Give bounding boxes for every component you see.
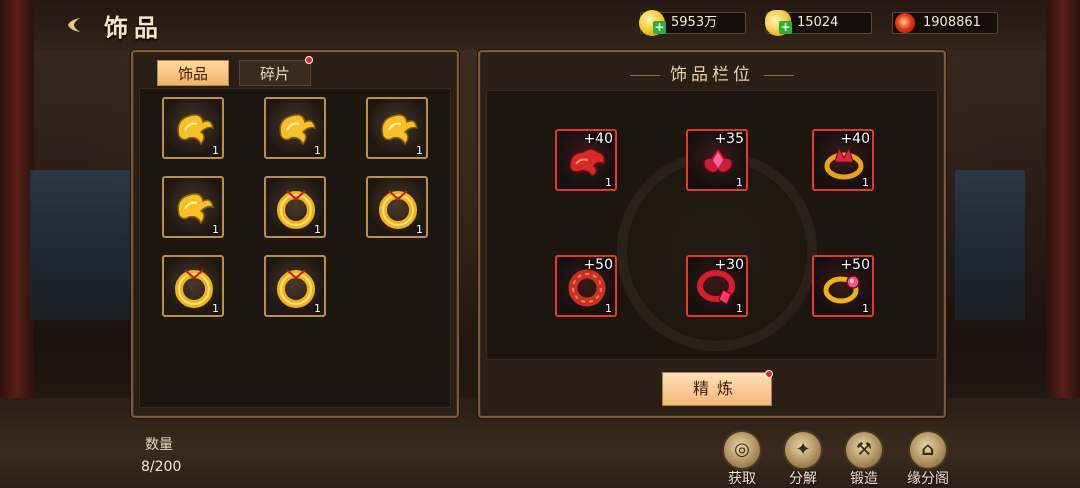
item-quantity: 1 bbox=[212, 302, 219, 315]
red-jade-counter: 1908861 bbox=[892, 12, 998, 34]
gold-ring-pendant-icon bbox=[379, 190, 417, 229]
gold-cloud-pendant-icon bbox=[177, 114, 214, 146]
pavilion-label: 缘分阁 bbox=[907, 471, 949, 487]
add-gold-icon[interactable]: + bbox=[653, 21, 666, 34]
gold-coin-value: 5953万 bbox=[671, 15, 718, 30]
slots-title: 饰品栏位 bbox=[480, 60, 944, 85]
acquire-icon: ◎ bbox=[722, 430, 762, 470]
item-quantity: 1 bbox=[212, 223, 219, 236]
enhance-level: +40 bbox=[840, 131, 870, 147]
enhance-level: +40 bbox=[583, 131, 613, 147]
inventory-item[interactable]: 1 bbox=[162, 255, 224, 317]
item-quantity: 1 bbox=[605, 176, 612, 189]
item-quantity: 1 bbox=[736, 176, 743, 189]
background-window-left bbox=[30, 170, 130, 320]
decompose-button[interactable]: ✦ 分解 bbox=[781, 430, 825, 488]
equipped-slot[interactable]: +50 1 bbox=[555, 255, 617, 317]
inventory-item[interactable]: 1 bbox=[264, 97, 326, 159]
forge-hammer-icon: ⚒ bbox=[844, 430, 884, 470]
item-quantity: 1 bbox=[314, 302, 321, 315]
gold-coin-counter[interactable]: + 5953万 bbox=[639, 10, 746, 36]
red-jade-icon bbox=[895, 13, 915, 33]
inventory-item[interactable]: 1 bbox=[162, 176, 224, 238]
pavilion-icon: ⌂ bbox=[908, 430, 948, 470]
add-ingot-icon[interactable]: + bbox=[779, 21, 792, 34]
fragments-notification-dot bbox=[305, 56, 313, 64]
acquire-button[interactable]: ◎ 获取 bbox=[720, 430, 764, 488]
enhance-level: +35 bbox=[714, 131, 744, 147]
gold-ring-pendant-icon bbox=[277, 190, 315, 229]
item-quantity: 1 bbox=[605, 302, 612, 315]
acquire-label: 获取 bbox=[728, 471, 756, 487]
enhance-level: +50 bbox=[840, 257, 870, 273]
page-title: 饰品 bbox=[104, 14, 164, 42]
item-quantity: 1 bbox=[416, 223, 423, 236]
gold-cloud-pendant-icon bbox=[279, 114, 316, 146]
pavilion-button[interactable]: ⌂ 缘分阁 bbox=[906, 430, 950, 488]
slots-area: +40 1 +35 1 +40 1 +50 1 +30 1 +50 1 bbox=[486, 90, 938, 360]
inventory-item[interactable]: 1 bbox=[366, 176, 428, 238]
enhance-level: +30 bbox=[714, 257, 744, 273]
refine-notification-dot bbox=[765, 370, 773, 378]
accessory-slots-panel: 饰品栏位 +40 1 +35 1 +40 1 +50 1 +30 1 +50 1 精炼 bbox=[478, 50, 946, 418]
item-quantity: 1 bbox=[862, 176, 869, 189]
back-arrow-icon[interactable] bbox=[64, 14, 86, 36]
inventory-item[interactable]: 1 bbox=[264, 176, 326, 238]
decompose-label: 分解 bbox=[789, 471, 817, 487]
inventory-item[interactable]: 1 bbox=[162, 97, 224, 159]
item-quantity: 1 bbox=[314, 144, 321, 157]
gold-cloud-pendant-icon bbox=[381, 114, 418, 146]
gold-ring-pendant-icon bbox=[175, 269, 213, 308]
inventory-panel: 饰品 碎片 1 1 1 1 1 1 1 1 bbox=[131, 50, 459, 418]
equipped-slot[interactable]: +40 1 bbox=[555, 129, 617, 191]
inventory-item[interactable]: 1 bbox=[366, 97, 428, 159]
equipped-slot[interactable]: +50 1 bbox=[812, 255, 874, 317]
count-label: 数量 bbox=[145, 437, 173, 453]
inventory-grid: 1 1 1 1 1 1 1 1 bbox=[139, 88, 451, 408]
tab-fragments[interactable]: 碎片 bbox=[239, 60, 311, 86]
gold-ingot-counter[interactable]: + 15024 bbox=[765, 10, 872, 36]
item-quantity: 1 bbox=[416, 144, 423, 157]
background-window-right bbox=[955, 170, 1025, 320]
enhance-level: +50 bbox=[583, 257, 613, 273]
tab-accessories[interactable]: 饰品 bbox=[157, 60, 229, 86]
item-quantity: 1 bbox=[314, 223, 321, 236]
gold-ring-pendant-icon bbox=[277, 269, 315, 308]
decompose-icon: ✦ bbox=[783, 430, 823, 470]
inventory-item[interactable]: 1 bbox=[264, 255, 326, 317]
gold-cloud-pendant-icon bbox=[177, 193, 214, 225]
equipped-slot[interactable]: +40 1 bbox=[812, 129, 874, 191]
gold-ingot-value: 15024 bbox=[797, 15, 839, 30]
item-quantity: 1 bbox=[862, 302, 869, 315]
forge-label: 锻造 bbox=[850, 471, 878, 487]
equipped-slot[interactable]: +30 1 bbox=[686, 255, 748, 317]
forge-button[interactable]: ⚒ 锻造 bbox=[842, 430, 886, 488]
item-quantity: 1 bbox=[212, 144, 219, 157]
refine-button[interactable]: 精炼 bbox=[662, 372, 772, 406]
count-value: 8/200 bbox=[141, 459, 182, 475]
item-quantity: 1 bbox=[736, 302, 743, 315]
red-jade-value: 1908861 bbox=[923, 15, 981, 30]
equipped-slot[interactable]: +35 1 bbox=[686, 129, 748, 191]
